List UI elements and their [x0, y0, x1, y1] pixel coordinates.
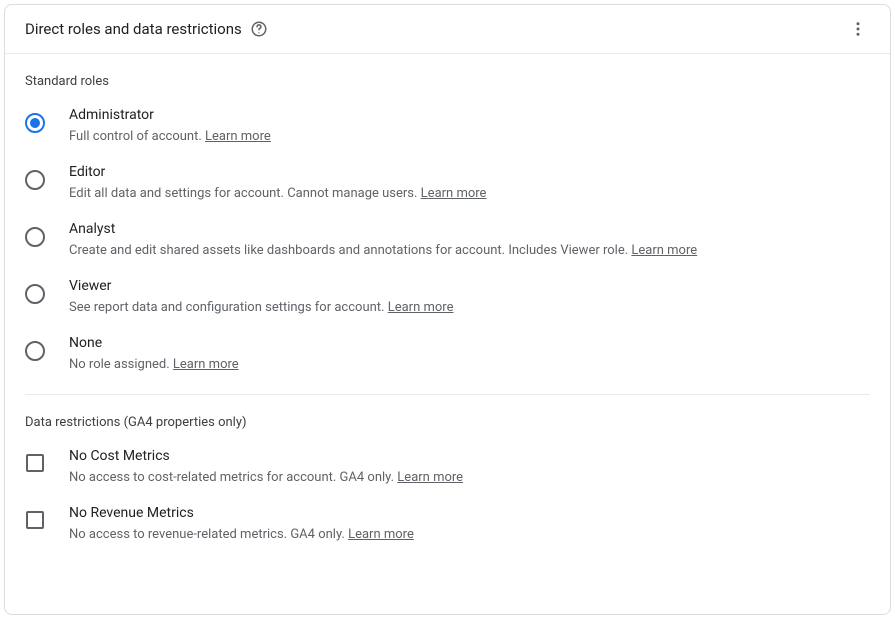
restriction-checkbox-no-revenue[interactable] — [26, 511, 44, 529]
role-title: Viewer — [69, 278, 870, 294]
role-option: None No role assigned. Learn more — [5, 325, 890, 382]
restrictions-section-label: Data restrictions (GA4 properties only) — [5, 395, 890, 438]
restriction-desc: No access to cost-related metrics for ac… — [69, 470, 870, 485]
card-header: Direct roles and data restrictions — [5, 5, 890, 54]
role-radio-none[interactable] — [25, 341, 45, 361]
learn-more-link[interactable]: Learn more — [421, 186, 487, 201]
role-title: Administrator — [69, 107, 870, 123]
learn-more-link[interactable]: Learn more — [397, 470, 463, 485]
restriction-checkbox-no-cost[interactable] — [26, 454, 44, 472]
roles-section-label: Standard roles — [5, 54, 890, 97]
role-desc: See report data and configuration settin… — [69, 300, 870, 315]
restriction-option: No Revenue Metrics No access to revenue-… — [5, 495, 890, 552]
role-option: Analyst Create and edit shared assets li… — [5, 211, 890, 268]
title-wrap: Direct roles and data restrictions — [25, 20, 268, 38]
role-title: Analyst — [69, 221, 870, 237]
roles-card: Direct roles and data restrictions Stand… — [4, 4, 891, 615]
card-title: Direct roles and data restrictions — [25, 20, 242, 38]
role-option: Administrator Full control of account. L… — [5, 97, 890, 154]
role-radio-administrator[interactable] — [25, 113, 45, 133]
role-desc: Create and edit shared assets like dashb… — [69, 243, 870, 258]
role-option: Viewer See report data and configuration… — [5, 268, 890, 325]
role-title: Editor — [69, 164, 870, 180]
role-desc: No role assigned. Learn more — [69, 357, 870, 372]
role-desc: Full control of account. Learn more — [69, 129, 870, 144]
learn-more-link[interactable]: Learn more — [388, 300, 454, 315]
restriction-desc: No access to revenue-related metrics. GA… — [69, 527, 870, 542]
learn-more-link[interactable]: Learn more — [173, 357, 239, 372]
learn-more-link[interactable]: Learn more — [348, 527, 414, 542]
learn-more-link[interactable]: Learn more — [205, 129, 271, 144]
learn-more-link[interactable]: Learn more — [631, 243, 697, 258]
role-radio-editor[interactable] — [25, 170, 45, 190]
restriction-option: No Cost Metrics No access to cost-relate… — [5, 438, 890, 495]
restriction-title: No Revenue Metrics — [69, 505, 870, 521]
role-radio-analyst[interactable] — [25, 227, 45, 247]
role-title: None — [69, 335, 870, 351]
restriction-title: No Cost Metrics — [69, 448, 870, 464]
role-radio-viewer[interactable] — [25, 284, 45, 304]
help-icon[interactable] — [250, 20, 268, 38]
role-option: Editor Edit all data and settings for ac… — [5, 154, 890, 211]
more-vert-icon[interactable] — [846, 17, 870, 41]
role-desc: Edit all data and settings for account. … — [69, 186, 870, 201]
